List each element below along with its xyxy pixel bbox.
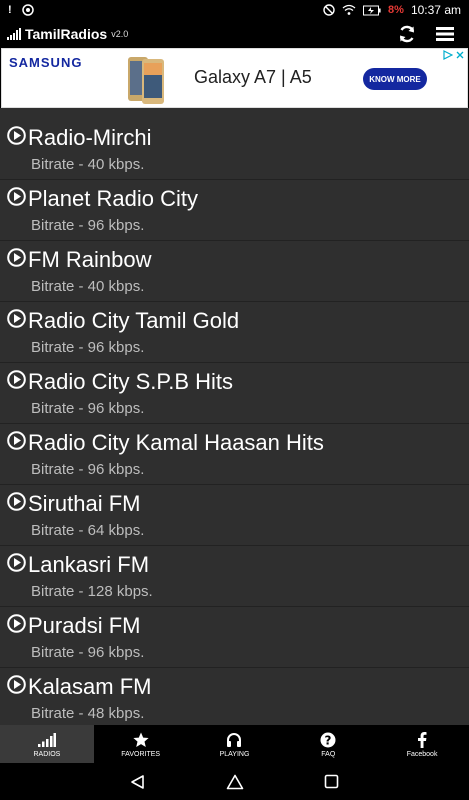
station-name: Radio City S.P.B Hits: [28, 369, 234, 394]
question-icon: ?: [320, 731, 336, 749]
station-row[interactable]: Radio City Kamal Haasan Hits Bitrate - 96…: [0, 424, 469, 485]
tab-label: Facebook: [406, 750, 438, 758]
station-bitrate: Bitrate - 64 kbps.: [31, 522, 145, 539]
station-name: Radio City Tamil Gold: [28, 308, 240, 333]
star-icon: [133, 731, 149, 749]
app-version: v2.0: [111, 29, 129, 39]
station-row[interactable]: Puradsi FM Bitrate - 96 kbps.: [0, 607, 469, 668]
app-bar: TamilRadios v2.0: [0, 20, 469, 48]
tab-label: FAQ: [321, 750, 336, 758]
station-bitrate: Bitrate - 96 kbps.: [31, 339, 145, 356]
home-icon[interactable]: [226, 774, 244, 790]
station-row[interactable]: Radio City S.P.B Hits Bitrate - 96 kbps.: [0, 363, 469, 424]
station-bitrate: Bitrate - 96 kbps.: [31, 400, 145, 417]
system-nav-bar: [0, 763, 469, 800]
play-circle-icon[interactable]: [7, 431, 26, 450]
play-circle-icon[interactable]: [7, 492, 26, 511]
do-not-disturb-icon: [323, 4, 335, 16]
play-circle-icon[interactable]: [7, 614, 26, 633]
station-name: Siruthai FM: [28, 491, 141, 516]
headphones-icon: [226, 731, 242, 749]
ad-banner[interactable]: SAMSUNG Galaxy A7 | A5 KNOW MORE: [1, 48, 468, 108]
recents-icon[interactable]: [324, 774, 339, 789]
signal-logo-icon: [7, 28, 21, 40]
ad-product: Galaxy A7 | A5: [194, 67, 312, 87]
tab-facebook[interactable]: Facebook: [375, 725, 469, 763]
tab-faq[interactable]: ? FAQ: [281, 725, 375, 763]
back-icon[interactable]: [130, 774, 146, 790]
tab-label: PLAYING: [219, 750, 250, 758]
play-circle-icon[interactable]: [7, 187, 26, 206]
clock: 10:37 am: [410, 3, 461, 17]
station-row[interactable]: Lankasri FM Bitrate - 128 kbps.: [0, 546, 469, 607]
menu-icon[interactable]: [436, 26, 454, 42]
wifi-icon: [342, 4, 356, 15]
battery-icon: [363, 5, 381, 15]
play-circle-icon[interactable]: [7, 309, 26, 328]
ad-brand: SAMSUNG: [9, 55, 83, 70]
ad-info-icon[interactable]: [443, 50, 453, 60]
notification-icon: !: [8, 4, 12, 16]
station-bitrate: Bitrate - 48 kbps.: [31, 705, 145, 722]
station-list[interactable]: Radio-Mirchi Bitrate - 40 kbps. Planet Rad…: [0, 108, 469, 725]
facebook-icon: [417, 731, 427, 749]
tab-label: FAVORITES: [121, 750, 161, 758]
station-name: Puradsi FM: [28, 613, 141, 638]
app-title: TamilRadios: [25, 26, 108, 42]
station-name: Lankasri FM: [28, 552, 150, 577]
station-bitrate: Bitrate - 96 kbps.: [31, 461, 145, 478]
station-name: Planet Radio City: [28, 186, 198, 211]
station-row[interactable]: Radio City Tamil Gold Bitrate - 96 kbps.: [0, 302, 469, 363]
play-circle-icon[interactable]: [7, 675, 26, 694]
bottom-tab-bar: RADIOS FAVORITES PLAYING ? FAQ Facebook: [0, 725, 469, 763]
phone-image: [128, 57, 164, 104]
station-bitrate: Bitrate - 40 kbps.: [31, 156, 145, 173]
station-row[interactable]: FM Rainbow Bitrate - 40 kbps.: [0, 241, 469, 302]
station-row[interactable]: Siruthai FM Bitrate - 64 kbps.: [0, 485, 469, 546]
station-bitrate: Bitrate - 40 kbps.: [31, 278, 145, 295]
station-name: Radio City Kamal Haasan Hits: [28, 430, 324, 455]
play-circle-icon[interactable]: [7, 248, 26, 267]
tab-playing[interactable]: PLAYING: [188, 725, 282, 763]
tab-radios[interactable]: RADIOS: [0, 725, 94, 763]
svg-text:?: ?: [325, 733, 332, 747]
station-bitrate: Bitrate - 128 kbps.: [31, 583, 153, 600]
station-bitrate: Bitrate - 96 kbps.: [31, 217, 145, 234]
status-bar: ! 8% 10:37 am: [0, 0, 469, 20]
station-row[interactable]: Radio-Mirchi Bitrate - 40 kbps.: [0, 119, 469, 180]
refresh-icon[interactable]: [398, 25, 416, 43]
ad-close-icon[interactable]: [455, 50, 465, 60]
station-row[interactable]: Kalasam FM Bitrate - 48 kbps.: [0, 668, 469, 725]
station-name: Kalasam FM: [28, 674, 152, 699]
battery-percent: 8%: [388, 4, 404, 16]
app-icon: [21, 4, 34, 16]
tab-label: RADIOS: [33, 750, 61, 758]
play-circle-icon[interactable]: [7, 126, 26, 145]
station-row[interactable]: Planet Radio City Bitrate - 96 kbps.: [0, 180, 469, 241]
station-name: FM Rainbow: [28, 247, 152, 272]
station-name: Radio-Mirchi: [28, 125, 152, 150]
ad-cta-button[interactable]: KNOW MORE: [363, 68, 427, 90]
play-circle-icon[interactable]: [7, 370, 26, 389]
station-bitrate: Bitrate - 96 kbps.: [31, 644, 145, 661]
tab-favorites[interactable]: FAVORITES: [94, 725, 188, 763]
play-circle-icon[interactable]: [7, 553, 26, 572]
signal-bars-icon: [37, 731, 56, 749]
